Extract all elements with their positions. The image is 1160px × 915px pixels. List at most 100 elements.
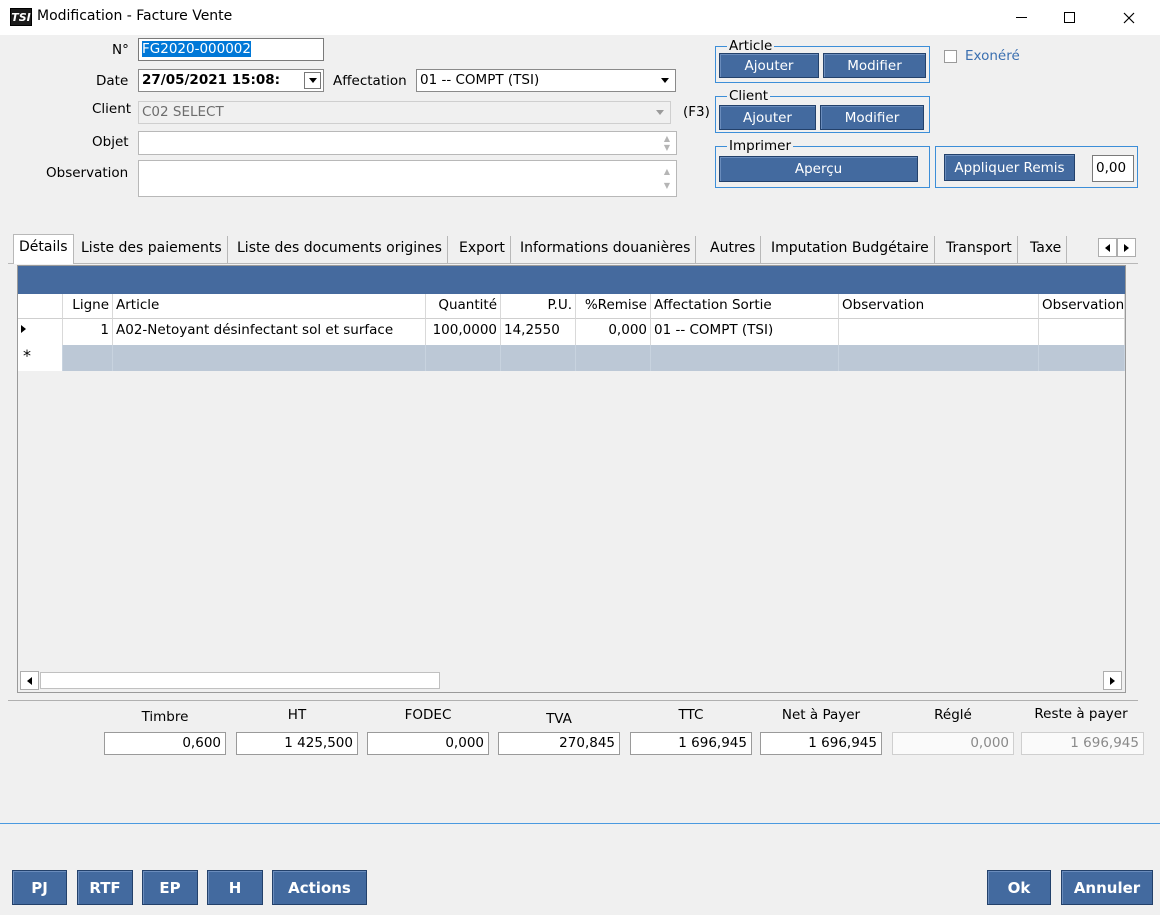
- tab-informations-douanieres[interactable]: Informations douanières: [515, 236, 697, 263]
- ep-button[interactable]: EP: [142, 870, 198, 905]
- new-cell-affectation[interactable]: [651, 345, 839, 371]
- ok-button[interactable]: Ok: [987, 870, 1051, 905]
- total-fodec-value[interactable]: 0,000: [367, 732, 489, 755]
- affectation-label: Affectation: [333, 73, 407, 89]
- tab-scroll-right[interactable]: [1117, 238, 1136, 257]
- total-ht-label: HT: [287, 707, 307, 723]
- tab-paiements[interactable]: Liste des paiements: [76, 236, 228, 263]
- tab-taxe[interactable]: Taxe: [1025, 236, 1068, 263]
- col-header-observation[interactable]: Observation: [839, 294, 1039, 319]
- affectation-dropdown-button[interactable]: [656, 72, 673, 89]
- pj-button[interactable]: PJ: [12, 870, 67, 905]
- remise-input[interactable]: 0,00: [1092, 155, 1134, 182]
- scroll-right-button[interactable]: [1103, 671, 1122, 690]
- maximize-button[interactable]: [1046, 0, 1092, 35]
- chevron-down-icon: [655, 110, 664, 115]
- minimize-button[interactable]: [998, 0, 1044, 35]
- tab-autres[interactable]: Autres: [705, 236, 762, 263]
- grid-horizontal-scrollbar[interactable]: [18, 669, 1125, 692]
- tab-details[interactable]: Détails: [13, 234, 74, 264]
- objet-input[interactable]: ▲ ▼: [138, 131, 677, 155]
- grid-bottom-divider: [8, 700, 1138, 701]
- col-header-affectation-sortie[interactable]: Affectation Sortie: [651, 294, 839, 319]
- close-icon: [1123, 12, 1135, 23]
- imprimer-group-title: Imprimer: [727, 138, 794, 154]
- client-value: C02 SELECT: [142, 104, 224, 120]
- cell-pu[interactable]: 14,2550: [501, 319, 576, 345]
- date-label: Date: [96, 73, 129, 89]
- rtf-button[interactable]: RTF: [77, 870, 133, 905]
- affectation-select[interactable]: 01 -- COMPT (TSI): [416, 69, 676, 92]
- col-header-observation-2[interactable]: Observation: [1039, 294, 1125, 319]
- arrow-left-icon: [1105, 243, 1110, 252]
- tab-export[interactable]: Export: [454, 236, 511, 263]
- apercu-button[interactable]: Aperçu: [719, 156, 918, 182]
- numero-value: FG2020-000002: [142, 41, 251, 57]
- article-edit-button[interactable]: Modifier: [823, 53, 926, 78]
- client-add-button[interactable]: Ajouter: [719, 105, 816, 130]
- title-bar: TSI Modification - Facture Vente: [0, 0, 1160, 35]
- col-header-ligne[interactable]: Ligne: [63, 294, 113, 319]
- h-button[interactable]: H: [207, 870, 263, 905]
- apply-remise-button[interactable]: Appliquer Remis: [944, 154, 1075, 181]
- annuler-button[interactable]: Annuler: [1061, 870, 1153, 905]
- article-add-button[interactable]: Ajouter: [719, 53, 819, 78]
- scroll-thumb[interactable]: [40, 672, 440, 689]
- tab-documents-origines[interactable]: Liste des documents origines: [232, 236, 448, 263]
- current-row-icon: [21, 325, 26, 333]
- close-button[interactable]: [1106, 0, 1152, 35]
- new-cell-observation[interactable]: [839, 345, 1039, 371]
- total-ht-value[interactable]: 1 425,500: [236, 732, 358, 755]
- new-row[interactable]: *: [18, 345, 1125, 371]
- total-tva-value[interactable]: 270,845: [498, 732, 620, 755]
- numero-field[interactable]: FG2020-000002: [138, 38, 324, 61]
- date-picker[interactable]: 27/05/2021 15:08:: [138, 69, 324, 92]
- client-edit-button[interactable]: Modifier: [820, 105, 924, 130]
- tab-imputation-budgetaire[interactable]: Imputation Budgétaire: [766, 236, 935, 263]
- total-ttc-value[interactable]: 1 696,945: [630, 732, 752, 755]
- scroll-left-button[interactable]: [20, 671, 39, 690]
- cell-affectation-sortie[interactable]: 01 -- COMPT (TSI): [651, 319, 839, 345]
- tab-transport[interactable]: Transport: [941, 236, 1018, 263]
- cell-ligne[interactable]: 1: [63, 319, 113, 345]
- exonere-checkbox[interactable]: [944, 50, 957, 63]
- new-cell-remise[interactable]: [576, 345, 651, 371]
- total-reste-label: Reste à payer: [1034, 706, 1128, 722]
- col-header-pu[interactable]: P.U.: [501, 294, 576, 319]
- total-net-label: Net à Payer: [781, 707, 861, 723]
- new-cell-quantite[interactable]: [426, 345, 501, 371]
- cell-quantite[interactable]: 100,0000: [426, 319, 501, 345]
- col-header-article[interactable]: Article: [113, 294, 426, 319]
- total-timbre-value[interactable]: 0,600: [104, 732, 226, 755]
- table-row[interactable]: 1 A02-Netoyant désinfectant sol et surfa…: [18, 319, 1125, 345]
- objet-scroll[interactable]: ▲ ▼: [660, 134, 674, 152]
- total-net-value[interactable]: 1 696,945: [760, 732, 882, 755]
- arrow-right-icon: [1124, 243, 1129, 252]
- minimize-icon: [1015, 17, 1027, 18]
- tab-scroll-left[interactable]: [1098, 238, 1117, 257]
- details-grid[interactable]: Ligne Article Quantité P.U. %Remise Affe…: [17, 265, 1126, 693]
- cell-observation-2[interactable]: [1039, 319, 1125, 345]
- cell-observation[interactable]: [839, 319, 1039, 345]
- observation-scroll[interactable]: ▲ ▼: [660, 165, 674, 193]
- col-header-remise[interactable]: %Remise: [576, 294, 651, 319]
- total-tva-label: TVA: [546, 711, 572, 727]
- cell-article[interactable]: A02-Netoyant désinfectant sol et surface: [113, 319, 426, 345]
- observation-textarea[interactable]: ▲ ▼: [138, 160, 677, 197]
- total-timbre-label: Timbre: [141, 709, 189, 725]
- new-cell-ligne[interactable]: [63, 345, 113, 371]
- date-value: 27/05/2021 15:08:: [142, 72, 281, 88]
- numero-label: N°: [112, 42, 129, 58]
- col-header-quantite[interactable]: Quantité: [426, 294, 501, 319]
- client-select: C02 SELECT: [138, 101, 671, 124]
- row-selector[interactable]: [18, 319, 63, 345]
- new-cell-pu[interactable]: [501, 345, 576, 371]
- total-regle-value: 0,000: [892, 732, 1014, 755]
- actions-button[interactable]: Actions: [272, 870, 367, 905]
- tab-strip-line: [8, 263, 1138, 264]
- new-row-marker: *: [18, 345, 63, 371]
- date-dropdown-button[interactable]: [304, 72, 321, 89]
- new-cell-observation-2[interactable]: [1039, 345, 1125, 371]
- new-cell-article[interactable]: [113, 345, 426, 371]
- cell-remise[interactable]: 0,000: [576, 319, 651, 345]
